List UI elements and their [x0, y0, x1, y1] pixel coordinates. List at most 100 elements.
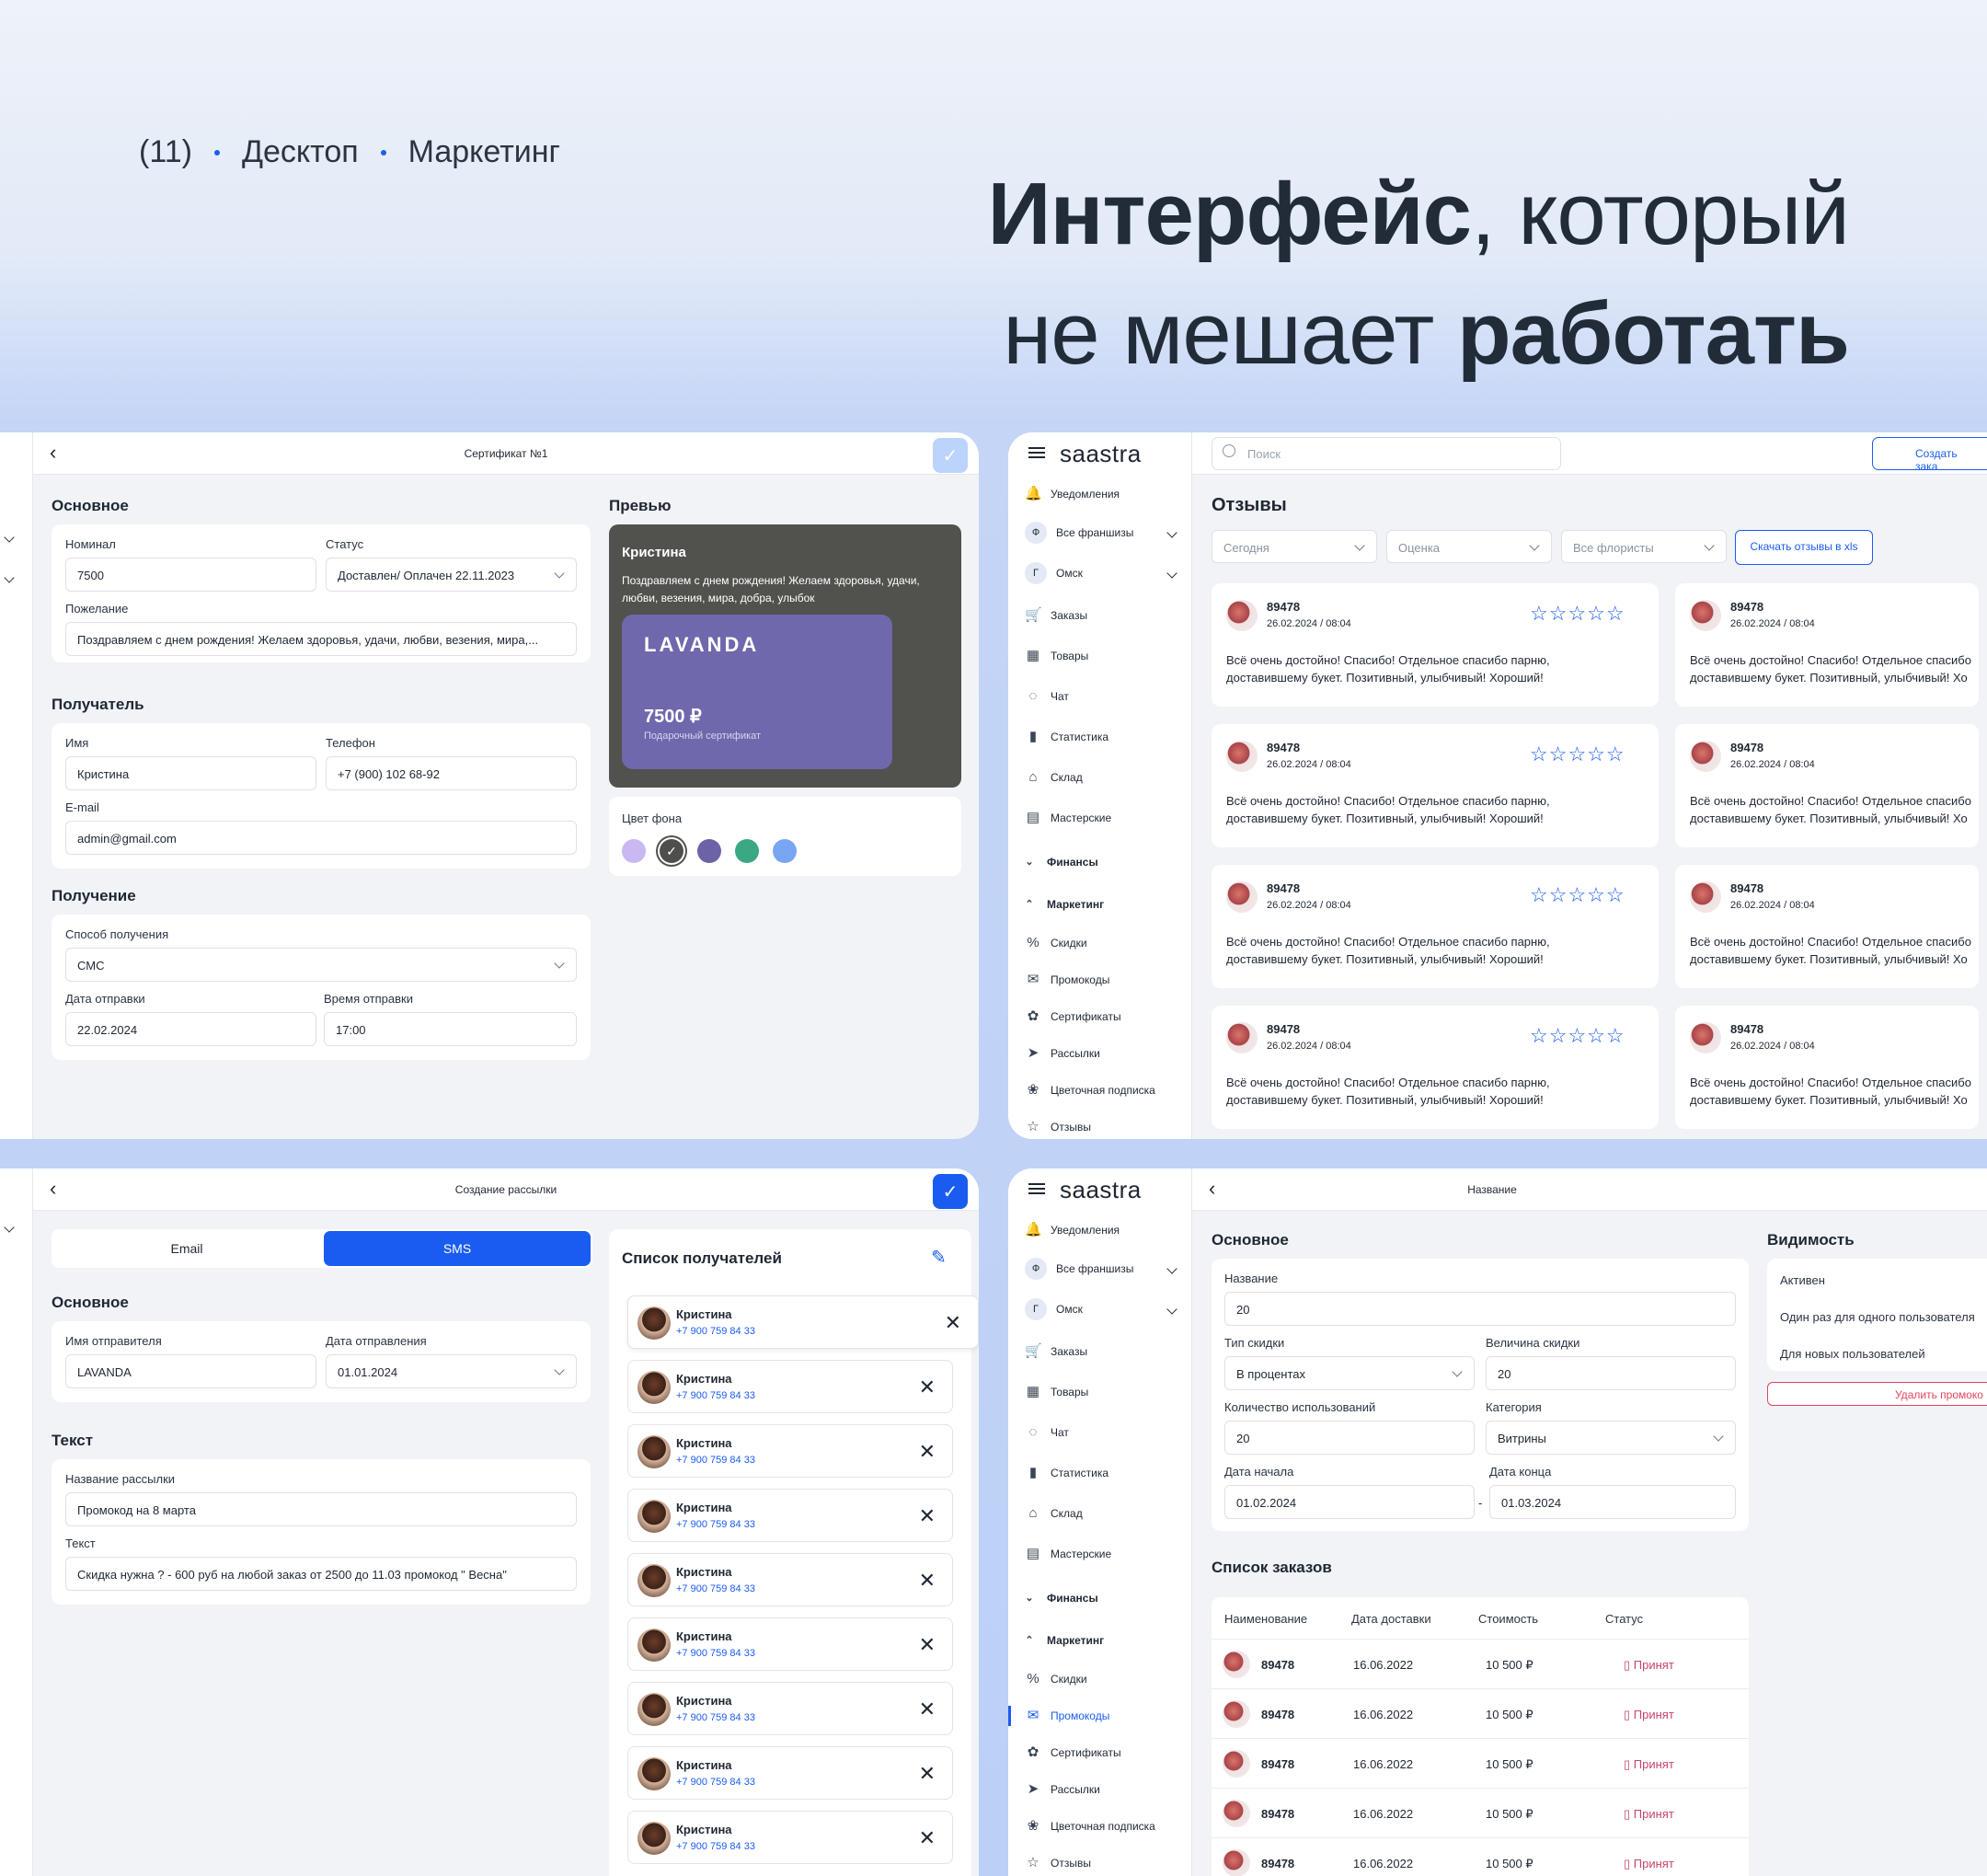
recipient-item[interactable]: Кристина +7 900 759 84 33 ✕	[627, 1682, 953, 1735]
table-row[interactable]: 89478 16.06.2022 10 500 ₽ ▯ Принят	[1212, 1838, 1749, 1876]
discount-size-input[interactable]: 20	[1486, 1356, 1736, 1390]
menu-icon[interactable]	[1028, 447, 1045, 458]
close-icon[interactable]: ✕	[919, 1504, 936, 1528]
sidebar-item[interactable]: ▮ Статистика	[1025, 1461, 1181, 1485]
sidebar-item[interactable]: ☆ Отзывы	[1025, 1851, 1181, 1875]
visibility-new-users[interactable]: Для новых пользователей	[1780, 1347, 1925, 1361]
send-date-select[interactable]: 01.01.2024	[326, 1354, 577, 1388]
table-row[interactable]: 89478 16.06.2022 10 500 ₽ ▯ Принят	[1212, 1689, 1749, 1739]
tab-email[interactable]: Email	[53, 1231, 320, 1266]
recipient-item[interactable]: Кристина +7 900 759 84 33 ✕	[627, 1489, 953, 1542]
promo-name-input[interactable]: 20	[1224, 1292, 1736, 1326]
email-input[interactable]: admin@gmail.com	[65, 821, 577, 855]
sidebar-item[interactable]: ⌃ Маркетинг	[1021, 892, 1177, 916]
table-row[interactable]: 89478 16.06.2022 10 500 ₽ ▯ Принят	[1212, 1640, 1749, 1689]
recipient-item[interactable]: Кристина +7 900 759 84 33 ✕	[627, 1553, 953, 1606]
sidebar-item[interactable]: ◌ Чат	[1025, 685, 1181, 708]
color-swatch[interactable]	[773, 839, 797, 863]
recipient-item[interactable]: Кристина +7 900 759 84 33 ✕	[627, 1360, 953, 1413]
download-xls-button[interactable]: Скачать отзывы в xls	[1735, 530, 1873, 565]
color-swatch-selected[interactable]: ✓	[660, 839, 683, 863]
wish-input[interactable]: Поздравляем с днем рождения! Желаем здор…	[65, 622, 577, 656]
sidebar-item[interactable]: ▦ Товары	[1025, 644, 1181, 668]
close-icon[interactable]: ✕	[919, 1440, 936, 1464]
sidebar-item[interactable]: ➤ Рассылки	[1025, 1042, 1181, 1065]
review-card[interactable]: 89478 26.02.2024 / 08:04 Всё очень достойн…	[1675, 1006, 1979, 1129]
sidebar-item[interactable]: ⌂ Склад	[1025, 1502, 1181, 1525]
sidebar-item[interactable]: ▮ Статистика	[1025, 725, 1181, 749]
sidebar-item[interactable]: ❀ Цветочная подписка	[1025, 1814, 1181, 1838]
mailing-text-input[interactable]: Скидка нужна ? - 600 руб на любой заказ …	[65, 1557, 577, 1591]
sidebar-item[interactable]: ▦ Товары	[1025, 1380, 1181, 1404]
chevron-down-icon[interactable]	[4, 532, 15, 543]
menu-icon[interactable]	[1028, 1183, 1045, 1194]
recipient-item[interactable]: Кристина +7 900 759 84 33 ✕	[627, 1746, 953, 1800]
sidebar-item[interactable]: ✉ Промокоды	[1025, 968, 1181, 992]
sidebar-item[interactable]: 🔔 Уведомления	[1025, 1218, 1181, 1242]
recipient-item[interactable]: Кристина +7 900 759 84 33 ✕	[627, 1617, 953, 1671]
sidebar-item[interactable]: Ф Все франшизы	[1025, 521, 1181, 545]
visibility-once-per-user[interactable]: Один раз для одного пользователя	[1780, 1310, 1975, 1324]
review-card[interactable]: 89478 26.02.2024 / 08:04 Всё очень достойн…	[1675, 865, 1979, 988]
sidebar-item[interactable]: ✉ Промокоды	[1025, 1704, 1181, 1728]
sidebar-item[interactable]: ☆ Отзывы	[1025, 1115, 1181, 1139]
status-select[interactable]: Доставлен/ Оплачен 22.11.2023	[326, 558, 577, 592]
sidebar-item[interactable]: % Скидки	[1025, 931, 1181, 955]
review-card[interactable]: 89478 26.02.2024 / 08:04 ☆☆☆☆☆ Всё очень до…	[1212, 865, 1659, 988]
usage-count-input[interactable]: 20	[1224, 1421, 1475, 1455]
filter-florist[interactable]: Все флористы	[1561, 530, 1727, 563]
review-card[interactable]: 89478 26.02.2024 / 08:04 Всё очень достойн…	[1675, 583, 1979, 707]
sidebar-item[interactable]: 🛒 Заказы	[1025, 604, 1181, 627]
visibility-active[interactable]: Активен	[1780, 1273, 1825, 1287]
create-order-button[interactable]: Создать зака	[1872, 437, 1987, 473]
chevron-down-icon[interactable]	[4, 572, 15, 583]
sidebar-item[interactable]: ⌄ Финансы	[1021, 850, 1177, 874]
sidebar-item[interactable]: ⌄ Финансы	[1021, 1586, 1177, 1610]
filter-date[interactable]: Сегодня	[1212, 530, 1377, 563]
close-icon[interactable]: ✕	[919, 1633, 936, 1657]
color-swatch[interactable]	[735, 839, 759, 863]
chevron-down-icon[interactable]	[4, 1222, 15, 1233]
review-card[interactable]: 89478 26.02.2024 / 08:04 ☆☆☆☆☆ Всё очень до…	[1212, 1006, 1659, 1129]
recipient-item[interactable]: Кристина +7 900 759 84 33 ✕	[627, 1811, 953, 1864]
review-card[interactable]: 89478 26.02.2024 / 08:04 ☆☆☆☆☆ Всё очень до…	[1212, 724, 1659, 847]
recipient-item[interactable]: Кристина +7 900 759 84 33 ✕	[627, 1424, 953, 1478]
category-select[interactable]: Витрины	[1486, 1421, 1736, 1455]
search-input[interactable]: Поиск	[1212, 437, 1561, 470]
sender-input[interactable]: LAVANDA	[65, 1354, 316, 1388]
close-icon[interactable]: ✕	[919, 1569, 936, 1593]
method-select[interactable]: СМС	[65, 948, 577, 982]
sidebar-item[interactable]: Ф Все франшизы	[1025, 1257, 1181, 1281]
tab-sms[interactable]: SMS	[324, 1231, 591, 1266]
save-check-button[interactable]: ✓	[933, 1174, 968, 1209]
table-row[interactable]: 89478 16.06.2022 10 500 ₽ ▯ Принят	[1212, 1789, 1749, 1838]
time-input[interactable]: 17:00	[324, 1012, 577, 1046]
edit-pencil-icon[interactable]: ✎	[931, 1246, 947, 1269]
color-swatch[interactable]	[622, 839, 646, 863]
filter-rating[interactable]: Оценка	[1386, 530, 1552, 563]
review-card[interactable]: 89478 26.02.2024 / 08:04 Всё очень достойн…	[1675, 724, 1979, 847]
sidebar-item[interactable]: ➤ Рассылки	[1025, 1778, 1181, 1801]
color-swatch[interactable]	[697, 839, 721, 863]
sidebar-item[interactable]: ✿ Сертификаты	[1025, 1741, 1181, 1765]
sidebar-item[interactable]: ⌃ Маркетинг	[1021, 1629, 1177, 1652]
close-icon[interactable]: ✕	[919, 1826, 936, 1850]
nominal-input[interactable]: 7500	[65, 558, 316, 592]
close-icon[interactable]: ✕	[919, 1762, 936, 1786]
close-icon[interactable]: ✕	[945, 1311, 961, 1335]
sidebar-item[interactable]: ❀ Цветочная подписка	[1025, 1078, 1181, 1102]
sidebar-item[interactable]: ▤ Мастерские	[1025, 806, 1181, 830]
sidebar-item[interactable]: 🔔 Уведомления	[1025, 482, 1181, 506]
start-date-input[interactable]: 01.02.2024	[1224, 1485, 1475, 1519]
name-input[interactable]: Кристина	[65, 756, 316, 790]
phone-input[interactable]: +7 (900) 102 68-92	[326, 756, 577, 790]
end-date-input[interactable]: 01.03.2024	[1489, 1485, 1736, 1519]
date-input[interactable]: 22.02.2024	[65, 1012, 316, 1046]
review-card[interactable]: 89478 26.02.2024 / 08:04 ☆☆☆☆☆ Всё очень до…	[1212, 583, 1659, 707]
sidebar-item[interactable]: Г Омск	[1025, 561, 1181, 585]
table-row[interactable]: 89478 16.06.2022 10 500 ₽ ▯ Принят	[1212, 1739, 1749, 1789]
discount-type-select[interactable]: В процентах	[1224, 1356, 1475, 1390]
sidebar-item[interactable]: % Скидки	[1025, 1667, 1181, 1691]
close-icon[interactable]: ✕	[919, 1698, 936, 1721]
sidebar-item[interactable]: Г Омск	[1025, 1297, 1181, 1321]
